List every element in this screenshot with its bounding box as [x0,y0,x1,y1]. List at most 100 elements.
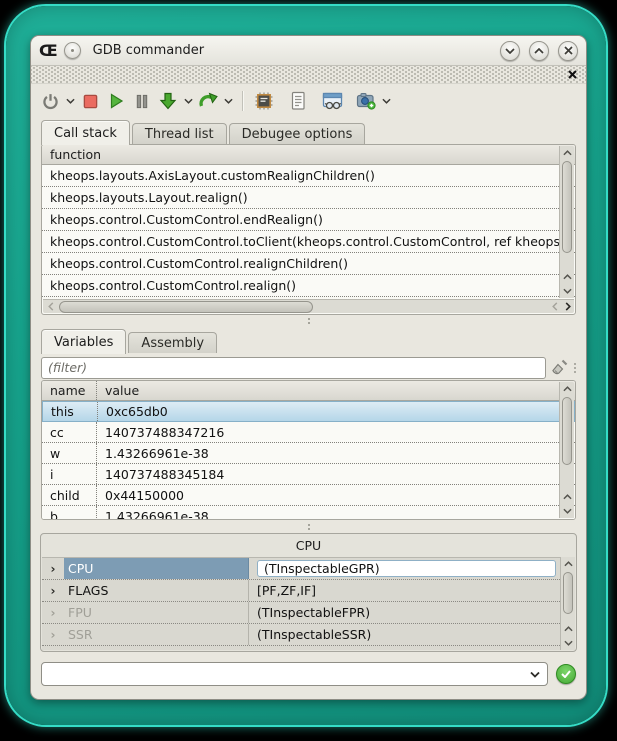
titlebar: Œ GDB commander [31,36,586,66]
scroll-up-button[interactable] [560,490,574,504]
scroll-down-button[interactable] [560,284,574,298]
cpu-row[interactable]: › CPU (TInspectableGPR) [42,558,560,580]
callstack-vertical-scrollbar[interactable] [559,146,574,298]
grip-dots-icon [574,363,576,373]
step-into-button[interactable] [155,88,181,114]
cpu-row[interactable]: › FLAGS [PF,ZF,IF] [42,580,560,602]
callstack-row[interactable]: kheops.control.CustomControl.endRealign(… [42,209,575,231]
variable-name: b [42,506,97,520]
cpu-row[interactable]: › SSR (TInspectableSSR) [42,624,560,646]
minimize-button[interactable] [500,41,520,61]
variable-row[interactable]: child 0x44150000 [42,485,575,506]
stop-button[interactable] [77,88,103,114]
show-watches-button[interactable] [319,88,345,114]
scroll-down-button[interactable] [561,636,575,650]
variable-value: 140737488347216 [97,422,224,442]
cpu-row[interactable]: › FPU (TInspectableFPR) [42,602,560,624]
variable-row[interactable]: cc 140737488347216 [42,422,575,443]
step-into-dropdown-button[interactable] [181,88,195,114]
tab-thread-list[interactable]: Thread list [132,123,227,144]
scroll-up-button[interactable] [561,557,575,571]
filter-input[interactable] [41,357,546,379]
callstack-row[interactable]: kheops.control.CustomControl.toClient(kh… [42,231,575,253]
command-combobox[interactable] [41,662,548,686]
callstack-row[interactable]: kheops.control.CustomControl.realign() [42,275,575,297]
splitter-handle[interactable] [31,520,586,533]
variables-vertical-scrollbar[interactable] [559,382,574,518]
tab-variables[interactable]: Variables [41,329,126,354]
scroll-button-cluster [560,270,574,298]
show-output-button[interactable] [285,88,311,114]
callstack-row[interactable]: kheops.layouts.AxisLayout.customRealignC… [42,165,575,187]
variable-row[interactable]: b 1.43266961e-38 [42,506,575,520]
splitter-handle[interactable] [31,315,586,327]
pin-button[interactable] [64,42,81,59]
maximize-button[interactable] [529,41,549,61]
callstack-function: kheops.layouts.AxisLayout.customRealignC… [50,168,375,183]
scroll-right-button[interactable] [561,300,574,314]
step-over-dropdown-button[interactable] [221,88,235,114]
tab-debugee-options[interactable]: Debugee options [229,123,366,144]
check-icon [561,670,571,678]
callstack-row[interactable]: kheops.control.CustomControl.realignChil… [42,253,575,275]
cpu-inspector-group: CPU › CPU (TInspectableGPR) › FLAGS [PF,… [40,533,577,652]
scroll-up-button[interactable] [560,382,574,396]
power-icon [41,92,60,111]
add-watch-button[interactable] [353,88,379,114]
chevron-up-icon [563,150,572,156]
expander-icon[interactable]: › [42,558,64,579]
gdb-commander-window: Œ GDB commander [30,35,587,700]
step-over-button[interactable] [195,88,221,114]
stop-icon [82,93,99,110]
command-bar [31,660,586,688]
chevron-down-icon [530,671,540,678]
variables-header[interactable]: name value [42,381,575,401]
dock-grip-strip[interactable] [31,66,586,84]
run-button[interactable] [103,88,129,114]
expander-icon[interactable]: › [42,602,64,623]
scroll-up-button[interactable] [560,146,574,160]
combobox-dropdown-button[interactable] [523,671,547,678]
power-dropdown-button[interactable] [63,88,77,114]
scrollbar-thumb[interactable] [562,161,572,253]
cpu-group-title: CPU [41,534,576,556]
chevron-down-icon [382,98,391,104]
variable-row[interactable]: this 0xc65db0 [42,401,575,422]
scroll-down-button[interactable] [560,504,574,518]
clear-filter-button[interactable] [546,356,572,380]
cpu-vertical-scrollbar[interactable] [560,557,575,650]
scrollbar-thumb[interactable] [562,397,572,465]
show-cpu-button[interactable] [251,88,277,114]
scroll-up-button[interactable] [560,270,574,284]
expander-icon[interactable]: › [42,580,64,601]
register-value-editor[interactable]: (TInspectableGPR) [257,560,556,577]
scroll-left-button[interactable] [43,300,59,314]
execute-command-button[interactable] [556,664,576,684]
variable-value: 1.43266961e-38 [97,443,209,463]
callstack-row[interactable]: kheops.layouts.Layout.realign() [42,187,575,209]
variable-row[interactable]: w 1.43266961e-38 [42,443,575,464]
callstack-horizontal-scrollbar[interactable] [43,299,574,313]
tab-assembly[interactable]: Assembly [128,332,217,353]
close-window-button[interactable] [558,41,578,61]
expander-icon[interactable]: › [42,624,64,645]
scrollbar-thumb[interactable] [59,301,313,313]
variable-row[interactable]: i 140737488345184 [42,464,575,485]
power-button[interactable] [37,88,63,114]
callstack-header[interactable]: function [42,145,575,165]
scrollbar-track[interactable] [59,300,548,314]
add-watch-dropdown-button[interactable] [379,88,393,114]
dock-close-button[interactable] [566,67,578,81]
pause-button[interactable] [129,88,155,114]
variable-value: 0xc65db0 [98,402,168,421]
variable-value: 0x44150000 [97,485,184,505]
scrollbar-thumb[interactable] [563,572,573,614]
scroll-up-button[interactable] [561,622,575,636]
callstack-function: kheops.control.CustomControl.realignChil… [50,256,348,271]
chevron-down-icon [224,98,233,104]
command-input[interactable] [42,663,523,685]
variable-value: 140737488345184 [97,464,224,484]
tab-call-stack[interactable]: Call stack [41,120,130,145]
camera-add-icon [356,91,377,111]
scroll-left-button[interactable] [548,300,561,314]
